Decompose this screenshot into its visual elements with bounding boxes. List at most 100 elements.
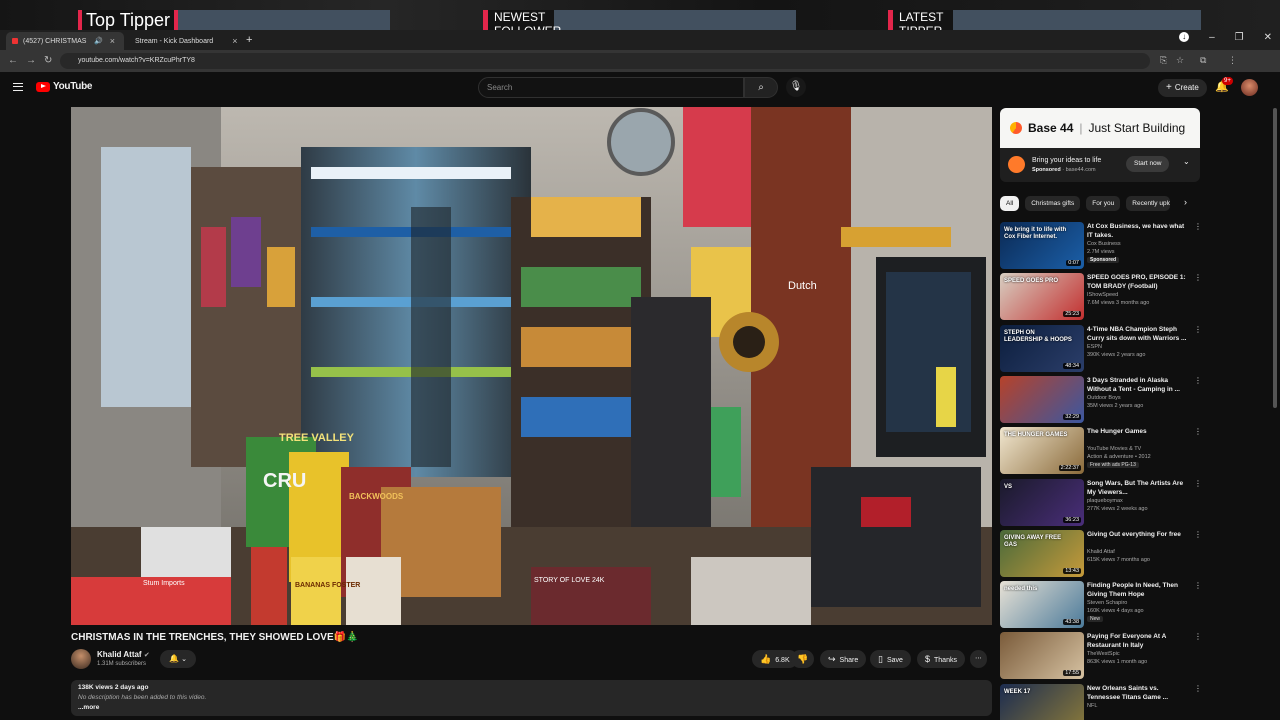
close-tab-icon[interactable]: × bbox=[232, 36, 237, 46]
bookmark-star-icon[interactable]: ☆ bbox=[1176, 55, 1184, 66]
recommendation-channel[interactable]: TheWestSpic bbox=[1087, 651, 1120, 657]
chevron-right-icon[interactable]: › bbox=[1184, 197, 1187, 207]
recommendation-thumbnail[interactable]: WEEK 17 bbox=[1000, 683, 1084, 720]
share-button[interactable]: ↪ Share bbox=[820, 650, 867, 668]
save-button[interactable]: ▯ Save bbox=[870, 650, 911, 668]
recommendation-thumbnail[interactable]: We bring it to life with Cox Fiber Inter… bbox=[1000, 222, 1084, 269]
more-options-icon[interactable]: ⋮ bbox=[1194, 222, 1202, 231]
ad-start-now-button[interactable]: Start now bbox=[1126, 156, 1170, 172]
recommendation-channel[interactable]: YouTube Movies & TV bbox=[1087, 446, 1141, 452]
recommendation-title[interactable]: At Cox Business, we have what IT takes. bbox=[1087, 222, 1189, 240]
recommendation-channel[interactable]: Khalid Attaf bbox=[1087, 549, 1115, 555]
more-options-icon[interactable]: ⋮ bbox=[1194, 530, 1202, 539]
recommendation-item[interactable]: SPEED GOES PRO 25:23 SPEED GOES PRO, EPI… bbox=[1000, 273, 1202, 321]
recommendation-title[interactable]: Paying For Everyone At A Restaurant In I… bbox=[1087, 632, 1189, 650]
more-options-icon[interactable]: ⋮ bbox=[1194, 684, 1202, 693]
recommendation-channel[interactable]: Steven Schapiro bbox=[1087, 600, 1127, 606]
reload-icon[interactable]: ↻ bbox=[44, 55, 52, 66]
thanks-button[interactable]: $ Thanks bbox=[917, 650, 965, 668]
description-box[interactable]: 138K views 2 days ago No description has… bbox=[71, 680, 992, 716]
description-text: No description has been added to this vi… bbox=[78, 694, 207, 701]
recommendation-title[interactable]: The Hunger Games bbox=[1087, 427, 1189, 436]
recommendation-item[interactable]: We bring it to life with Cox Fiber Inter… bbox=[1000, 222, 1202, 270]
recommendation-thumbnail[interactable]: GIVING AWAY FREE GAS 13:43 bbox=[1000, 529, 1084, 577]
recommendation-title[interactable]: Giving Out everything For free bbox=[1087, 530, 1189, 539]
channel-name[interactable]: Khalid Attaf ✔ bbox=[97, 650, 150, 659]
recommendation-item[interactable]: THE HUNGER GAMES 2:22:37 The Hunger Game… bbox=[1000, 427, 1202, 475]
cast-icon[interactable]: ⎘ bbox=[1160, 55, 1167, 66]
chevron-down-icon: ⌄ bbox=[181, 656, 188, 663]
recommendation-thumbnail[interactable]: THE HUNGER GAMES 2:22:37 bbox=[1000, 427, 1084, 475]
url-field[interactable]: youtube.com/watch?v=KRZcuPhrTY8 bbox=[60, 53, 1150, 69]
recommendation-item[interactable]: VS 36:23 Song Wars, But The Artists Are … bbox=[1000, 478, 1202, 527]
recommendation-title[interactable]: New Orleans Saints vs. Tennessee Titans … bbox=[1087, 684, 1189, 702]
recommendation-title[interactable]: 4-Time NBA Champion Steph Curry sits dow… bbox=[1087, 325, 1189, 343]
recommendation-item[interactable]: WEEK 17 New Orleans Saints vs. Tennessee… bbox=[1000, 683, 1202, 720]
more-options-icon[interactable]: ⋮ bbox=[1194, 427, 1202, 436]
recommendation-thumbnail[interactable]: 32:29 bbox=[1000, 375, 1084, 423]
filter-chips: All Christmas gifts For you Recently upl… bbox=[1000, 196, 1171, 211]
recommendation-thumbnail[interactable]: needed this 43:38 bbox=[1000, 581, 1084, 629]
more-options-icon[interactable]: ⋮ bbox=[1194, 325, 1202, 334]
chevron-down-icon[interactable]: ⌄ bbox=[1183, 157, 1190, 166]
close-tab-icon[interactable]: × bbox=[110, 36, 115, 46]
video-player[interactable]: Dutch CRU TREE VALLEY BACKWOODS BANANAS … bbox=[71, 107, 992, 625]
recommendation-meta: 2.7M views bbox=[1087, 249, 1115, 255]
recommendation-title[interactable]: 3 Days Stranded in Alaska Without a Tent… bbox=[1087, 376, 1189, 394]
recommendation-item[interactable]: STEPH ON LEADERSHIP & HOOPS 48:34 4-Time… bbox=[1000, 324, 1202, 373]
recommendation-title[interactable]: Finding People In Need, Then Giving Them… bbox=[1087, 581, 1189, 599]
recommendation-channel[interactable]: ESPN bbox=[1087, 344, 1102, 350]
forward-icon[interactable]: → bbox=[26, 55, 36, 66]
speaker-icon: 🔊 bbox=[94, 38, 103, 45]
page-scrollbar[interactable] bbox=[1273, 108, 1277, 408]
close-window-icon[interactable]: ✕ bbox=[1264, 32, 1272, 43]
dislike-button[interactable]: 👎 bbox=[791, 650, 815, 668]
more-actions-icon[interactable]: ⋯ bbox=[970, 650, 987, 668]
video-frame: Dutch CRU TREE VALLEY BACKWOODS BANANAS … bbox=[71, 107, 992, 625]
recommendation-channel[interactable]: NFL bbox=[1087, 703, 1097, 709]
new-tab-button[interactable]: + bbox=[246, 34, 252, 46]
recommendation-thumbnail[interactable]: SPEED GOES PRO 25:23 bbox=[1000, 273, 1084, 321]
minimize-icon[interactable]: – bbox=[1209, 32, 1215, 43]
recommendation-item[interactable]: needed this 43:38 Finding People In Need… bbox=[1000, 581, 1202, 629]
chip-christmas-gifts[interactable]: Christmas gifts bbox=[1025, 196, 1081, 211]
search-icon[interactable]: ⌕ bbox=[744, 77, 778, 98]
chip-all[interactable]: All bbox=[1000, 196, 1020, 211]
create-button[interactable]: + Create bbox=[1158, 79, 1207, 97]
tab-kick[interactable]: Stream - Kick Dashboard × bbox=[124, 32, 242, 50]
recommendation-item[interactable]: 32:29 3 Days Stranded in Alaska Without … bbox=[1000, 375, 1202, 424]
channel-avatar[interactable] bbox=[71, 649, 91, 669]
menu-icon[interactable]: ⋮ bbox=[1228, 55, 1237, 66]
more-options-icon[interactable]: ⋮ bbox=[1194, 479, 1202, 488]
more-options-icon[interactable]: ⋮ bbox=[1194, 632, 1202, 641]
sidebar-ad[interactable]: Base 44 | Just Start Building Bring your… bbox=[1000, 108, 1200, 182]
recommendation-channel[interactable]: IShowSpeed bbox=[1087, 292, 1118, 298]
youtube-logo[interactable]: YouTube bbox=[36, 81, 93, 92]
more-options-icon[interactable]: ⋮ bbox=[1194, 581, 1202, 590]
maximize-icon[interactable]: ❐ bbox=[1235, 32, 1244, 43]
chip-recently-uploaded[interactable]: Recently uploaded bbox=[1126, 196, 1171, 211]
more-options-icon[interactable]: ⋮ bbox=[1194, 273, 1202, 282]
download-icon[interactable]: ↓ bbox=[1179, 32, 1190, 42]
recommendation-item[interactable]: 17:55 Paying For Everyone At A Restauran… bbox=[1000, 632, 1202, 680]
recommendation-title[interactable]: SPEED GOES PRO, EPISODE 1: TOM BRADY (Fo… bbox=[1087, 273, 1189, 291]
recommendation-channel[interactable]: Outdoor Boys bbox=[1087, 395, 1121, 401]
recommendation-channel[interactable]: Cox Business bbox=[1087, 241, 1121, 247]
back-icon[interactable]: ← bbox=[8, 55, 18, 66]
subscription-bell-button[interactable]: 🔔 ⌄ bbox=[160, 650, 196, 668]
tab-youtube[interactable]: (4527) CHRISTMAS IN THE 🔊 × bbox=[6, 32, 124, 50]
recommendation-title[interactable]: Song Wars, But The Artists Are My Viewer… bbox=[1087, 479, 1189, 497]
extensions-icon[interactable]: ⧉ bbox=[1200, 55, 1206, 66]
guide-menu-icon[interactable] bbox=[13, 83, 23, 91]
recommendation-thumbnail[interactable]: STEPH ON LEADERSHIP & HOOPS 48:34 bbox=[1000, 324, 1084, 372]
microphone-icon[interactable]: 🎙 bbox=[786, 77, 806, 97]
search-input[interactable]: Search bbox=[478, 77, 744, 98]
recommendation-thumbnail[interactable]: 17:55 bbox=[1000, 632, 1084, 680]
more-options-icon[interactable]: ⋮ bbox=[1194, 376, 1202, 385]
recommendation-channel[interactable]: plaqueboymax bbox=[1087, 498, 1123, 504]
chip-for-you[interactable]: For you bbox=[1086, 196, 1121, 211]
recommendation-thumbnail[interactable]: VS 36:23 bbox=[1000, 478, 1084, 526]
account-avatar[interactable] bbox=[1241, 79, 1258, 96]
show-more-link[interactable]: ...more bbox=[78, 704, 985, 711]
recommendation-item[interactable]: GIVING AWAY FREE GAS 13:43 Giving Out ev… bbox=[1000, 529, 1202, 578]
